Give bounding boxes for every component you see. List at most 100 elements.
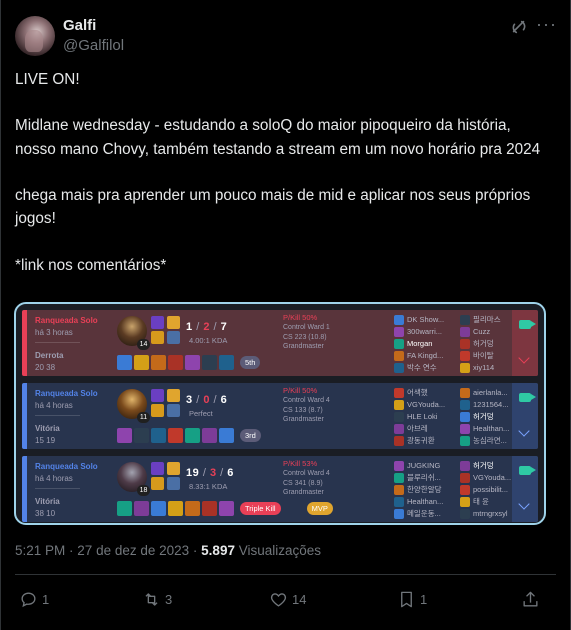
player-name: VGYouda...: [473, 473, 512, 482]
player-entry[interactable]: JUGKING: [394, 460, 464, 472]
control-wards: Control Ward 4: [283, 470, 330, 477]
item-icon: [168, 355, 183, 370]
avatar[interactable]: [15, 16, 55, 56]
player-entry[interactable]: VGYouda...: [394, 399, 464, 411]
tweet-text: LIVE ON! Midlane wednesday - estudando a…: [15, 68, 555, 277]
champion-icon: [394, 461, 404, 471]
views-count: 5.897: [201, 543, 235, 558]
champion-icon: [460, 497, 470, 507]
item-icon: [185, 355, 200, 370]
champion-icon: [460, 412, 470, 422]
reply-button[interactable]: 1: [19, 589, 49, 609]
heart-icon: [270, 592, 287, 607]
blue-team-list: 어색했 VGYouda... HLE Loki 아브레 광동귀환: [394, 387, 464, 447]
share-icon: [523, 591, 538, 607]
player-entry[interactable]: Morgan: [394, 338, 464, 350]
player-name: possibilit...: [473, 485, 509, 494]
action-bar: 1 3 14 1: [15, 583, 556, 613]
item-icon: [202, 355, 217, 370]
user-handle[interactable]: @Galfilol: [63, 37, 124, 54]
player-name: 블루리쉬...: [407, 473, 441, 482]
rune-icon: [167, 462, 180, 475]
kda-score: 1 / 2 / 7: [186, 321, 228, 333]
blue-team-list: DK Show... 300warri... Morgan FA Kingd... 박수…: [394, 314, 464, 374]
player-entry[interactable]: 어색했: [394, 387, 464, 399]
chevron-down-icon[interactable]: [518, 425, 530, 437]
display-name[interactable]: Galfi: [63, 17, 96, 34]
match-row[interactable]: Ranqueada Solo há 3 horas Derrota 20 38 14 1 …: [22, 310, 538, 376]
player-entry[interactable]: 블루리쉬...: [394, 472, 464, 484]
tweet-paragraph: chega mais pra aprender um pouco mais de…: [15, 186, 535, 228]
champion-icon: [394, 412, 404, 422]
player-name: Healthan...: [407, 497, 444, 506]
champion-level: 11: [137, 412, 150, 423]
average-rank: Grandmaster: [283, 343, 324, 350]
video-camera-icon[interactable]: [519, 320, 536, 329]
player-entry[interactable]: Healthan...: [394, 496, 464, 508]
retweet-button[interactable]: 3: [142, 589, 172, 609]
player-name: DK Show...: [407, 315, 445, 324]
player-entry[interactable]: 메일운동...: [394, 508, 464, 520]
champion-icon: [394, 327, 404, 337]
player-name: 박수 연수: [407, 363, 437, 372]
player-name: mtrngrxsyl: [473, 509, 508, 518]
views-label: Visualizações: [238, 543, 322, 558]
average-rank: Grandmaster: [283, 416, 324, 423]
player-name: 메일운동...: [407, 509, 441, 518]
match-duration: 38 10: [35, 509, 56, 518]
item-icon: [151, 428, 166, 443]
item-icon: [134, 501, 149, 516]
creep-score: CS 341 (8.9): [283, 479, 323, 487]
match-row[interactable]: Ranqueada Solo há 4 horas Vitória 38 10 18 19…: [22, 456, 538, 522]
player-name: Healthan...: [473, 424, 510, 433]
rune-icon: [167, 389, 180, 402]
time-ago: há 4 horas: [35, 474, 73, 483]
champion-icon: [460, 400, 470, 410]
player-name: 광동귀환: [407, 436, 435, 445]
player-entry[interactable]: 한양한알당: [394, 484, 464, 496]
tweet-media-image[interactable]: Ranqueada Solo há 3 horas Derrota 20 38 14 1 …: [14, 302, 546, 525]
match-row[interactable]: Ranqueada Solo há 4 horas Vitória 15 19 11 3 …: [22, 383, 538, 449]
player-entry[interactable]: HLE Loki: [394, 411, 464, 423]
control-wards: Control Ward 4: [283, 397, 330, 404]
chevron-down-icon[interactable]: [518, 498, 530, 510]
player-entry[interactable]: 300warri...: [394, 326, 464, 338]
tweet-time[interactable]: 5:21 PM: [15, 543, 65, 558]
champion-icon: [394, 497, 404, 507]
kill-participation: P/Kill 50%: [283, 386, 318, 395]
item-icon: [185, 501, 200, 516]
tweet-paragraph: LIVE ON!: [15, 71, 80, 88]
player-name: HLE Loki: [407, 412, 438, 421]
player-entry[interactable]: DK Show...: [394, 314, 464, 326]
match-stats: P/Kill 50% Control Ward 1 CS 223 (10.8) …: [283, 313, 383, 352]
more-options-icon[interactable]: ···: [536, 15, 556, 37]
like-button[interactable]: 14: [269, 589, 306, 609]
player-entry[interactable]: 아브레: [394, 423, 464, 435]
player-entry[interactable]: 광동귀환: [394, 435, 464, 447]
match-duration: 15 19: [35, 436, 56, 445]
video-camera-icon[interactable]: [519, 466, 536, 475]
bookmark-icon: [401, 591, 412, 607]
champion-icon: [460, 327, 470, 337]
tweet-container: Galfi @Galfilol ··· LIVE ON! Midlane wed…: [0, 0, 571, 630]
player-entry[interactable]: FA Kingd...: [394, 350, 464, 362]
creep-score: CS 223 (10.8): [283, 333, 327, 341]
share-button[interactable]: [521, 589, 540, 609]
retweet-count: 3: [165, 591, 173, 607]
chevron-down-icon[interactable]: [518, 352, 530, 364]
tweet-date[interactable]: 27 de dez de 2023: [77, 543, 189, 558]
match-result: Derrota: [35, 351, 64, 360]
match-stats: P/Kill 50% Control Ward 4 CS 133 (8.7) G…: [283, 386, 383, 425]
bookmark-button[interactable]: 1: [397, 589, 427, 609]
player-entry[interactable]: 박수 연수: [394, 362, 464, 374]
item-icon: [219, 501, 234, 516]
queue-type: Ranqueada Solo: [35, 389, 98, 398]
queue-type: Ranqueada Solo: [35, 316, 98, 325]
separator: [35, 488, 80, 489]
item-icon: [151, 501, 166, 516]
grok-icon[interactable]: [510, 18, 528, 36]
champion-icon: [460, 339, 470, 349]
separator: [35, 415, 80, 416]
video-camera-icon[interactable]: [519, 393, 536, 402]
champion-icon: [460, 363, 470, 373]
